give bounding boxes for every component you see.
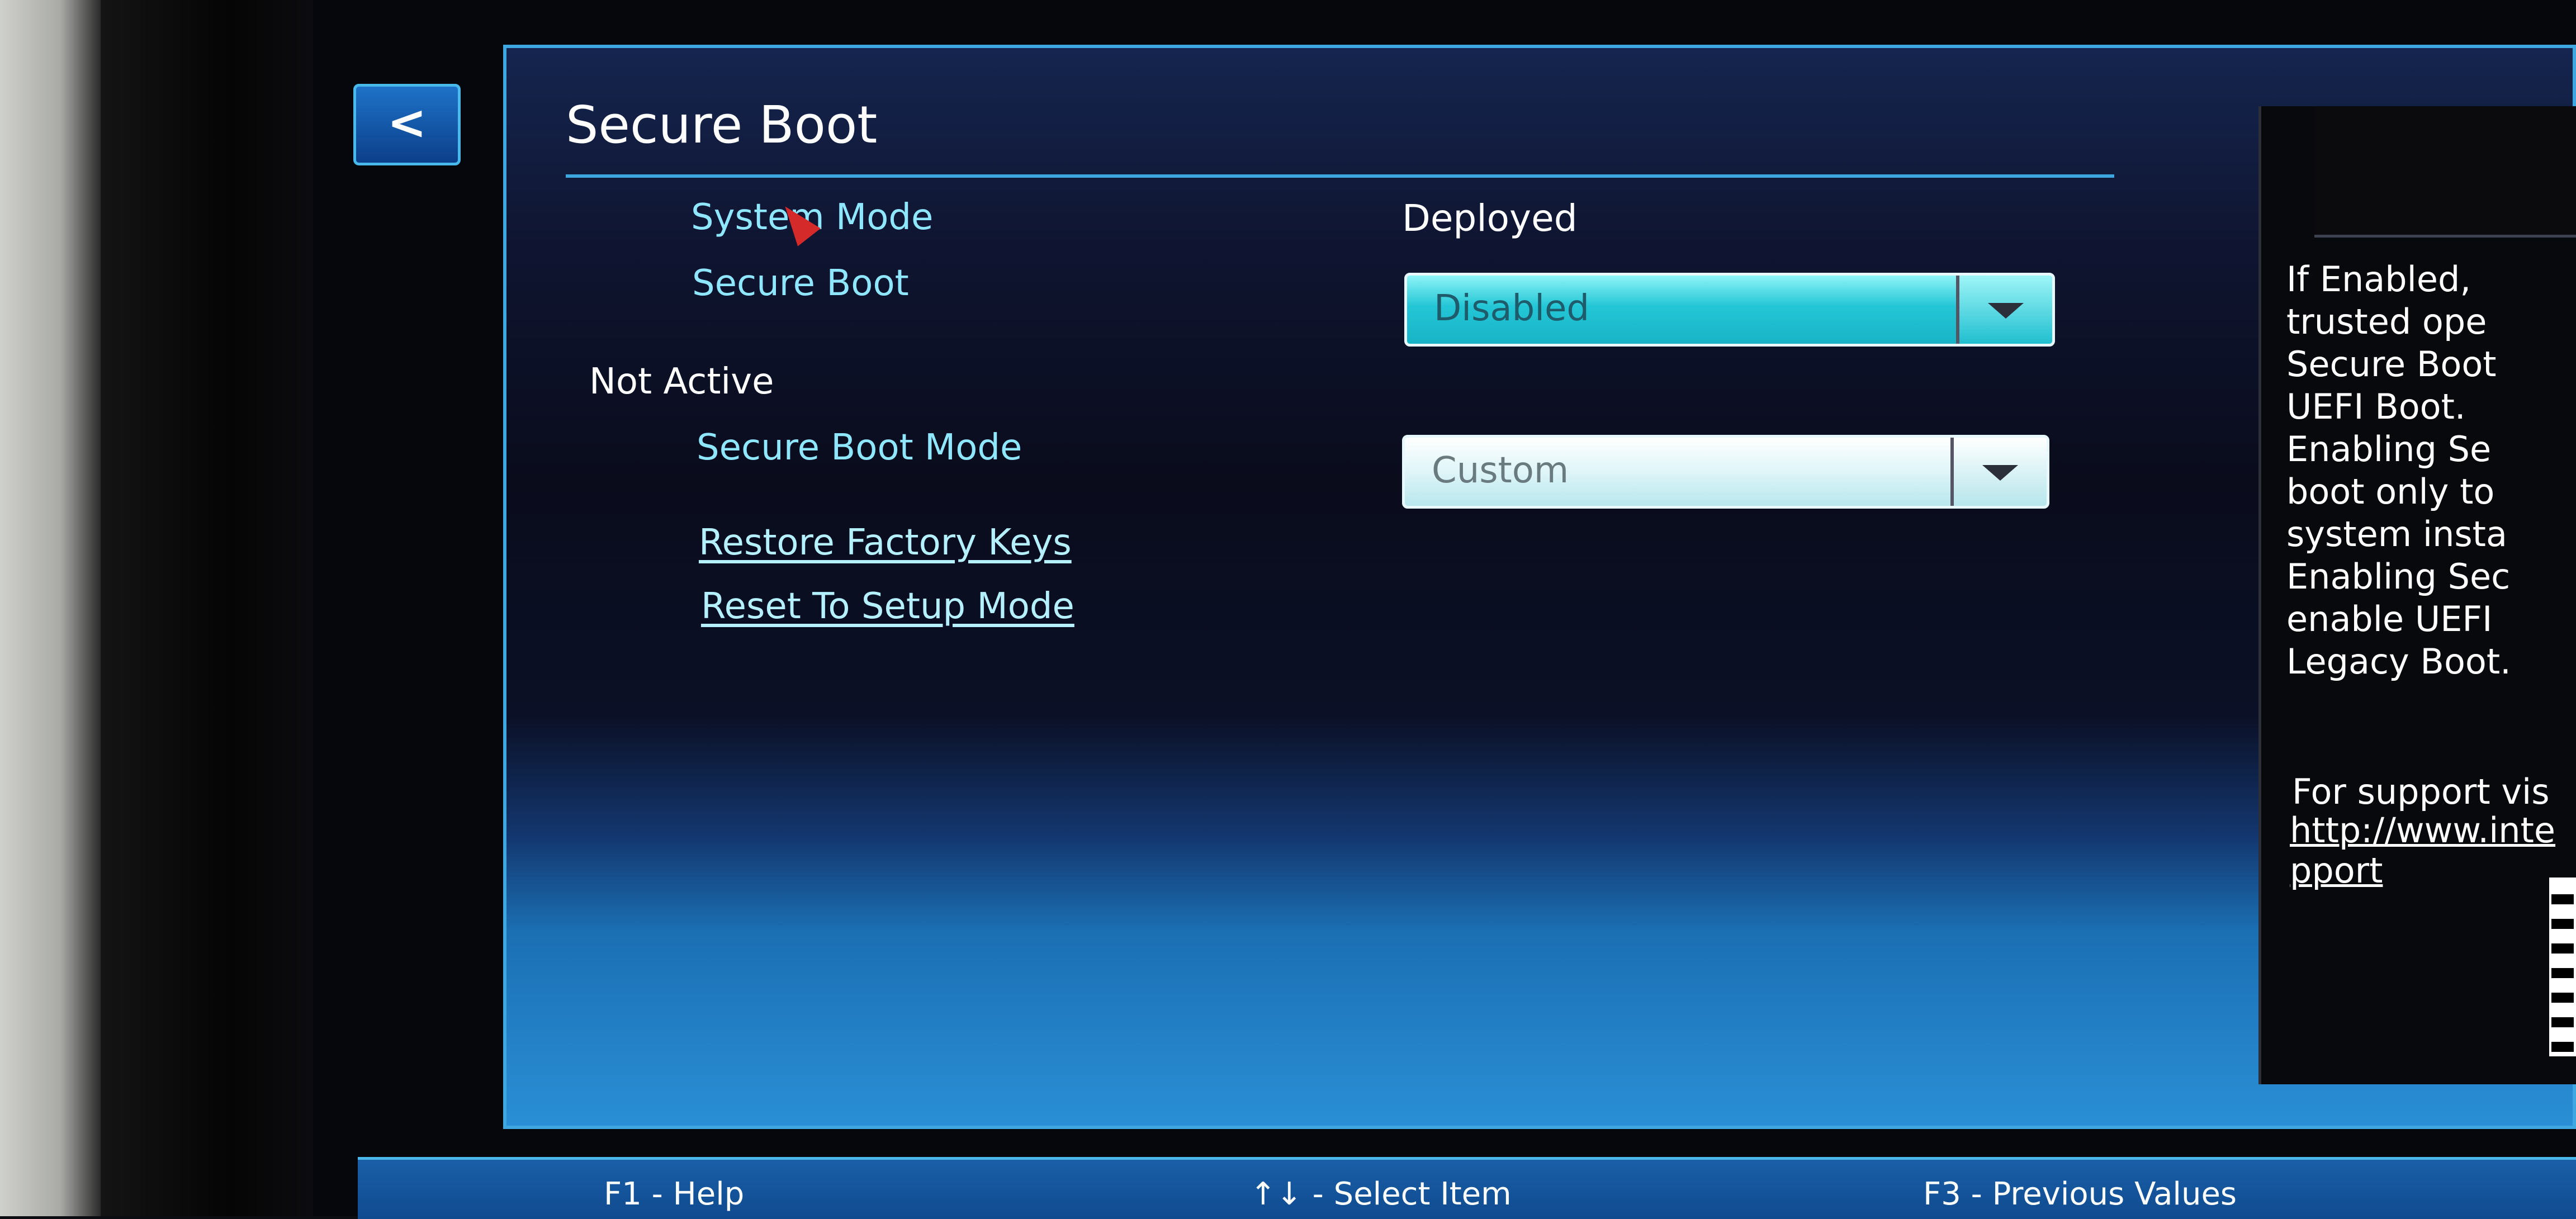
title-divider bbox=[566, 174, 2114, 178]
chevron-down-icon bbox=[1988, 303, 2024, 319]
secure-boot-status: Not Active bbox=[589, 361, 774, 402]
support-link[interactable]: http://www.inte pport bbox=[2290, 810, 2555, 891]
system-mode-value: Deployed bbox=[1402, 197, 1578, 240]
secure-boot-dropdown-value: Disabled bbox=[1434, 288, 1590, 329]
help-panel-header bbox=[2314, 106, 2576, 238]
restore-factory-keys-link[interactable]: Restore Factory Keys bbox=[699, 522, 1072, 563]
monitor-bezel bbox=[101, 0, 313, 1216]
footer-select-item-hint: ↑↓ - Select Item bbox=[1250, 1176, 1512, 1212]
secure-boot-mode-dropdown-value: Custom bbox=[1432, 450, 1569, 491]
chevron-down-icon bbox=[1982, 465, 2018, 481]
help-description: If Enabled, trusted ope Secure Boot UEFI… bbox=[2286, 259, 2511, 682]
secure-boot-label: Secure Boot bbox=[692, 263, 909, 304]
page-title: Secure Boot bbox=[566, 95, 878, 155]
reset-to-setup-mode-link[interactable]: Reset To Setup Mode bbox=[701, 586, 1074, 627]
secure-boot-dropdown[interactable]: Disabled bbox=[1404, 273, 2055, 347]
secure-boot-mode-dropdown[interactable]: Custom bbox=[1402, 435, 2049, 509]
secure-boot-mode-label: Secure Boot Mode bbox=[697, 427, 1022, 468]
background-room bbox=[0, 0, 101, 1216]
footer-help-hint: F1 - Help bbox=[604, 1176, 745, 1212]
secure-boot-mode-dropdown-toggle[interactable] bbox=[1950, 438, 2047, 506]
back-button[interactable]: < bbox=[353, 84, 461, 165]
qr-code-icon bbox=[2549, 878, 2576, 1056]
secure-boot-dropdown-toggle[interactable] bbox=[1956, 276, 2052, 344]
footer-previous-values-hint: F3 - Previous Values bbox=[1923, 1176, 2237, 1212]
support-label: For support vis bbox=[2292, 771, 2550, 812]
